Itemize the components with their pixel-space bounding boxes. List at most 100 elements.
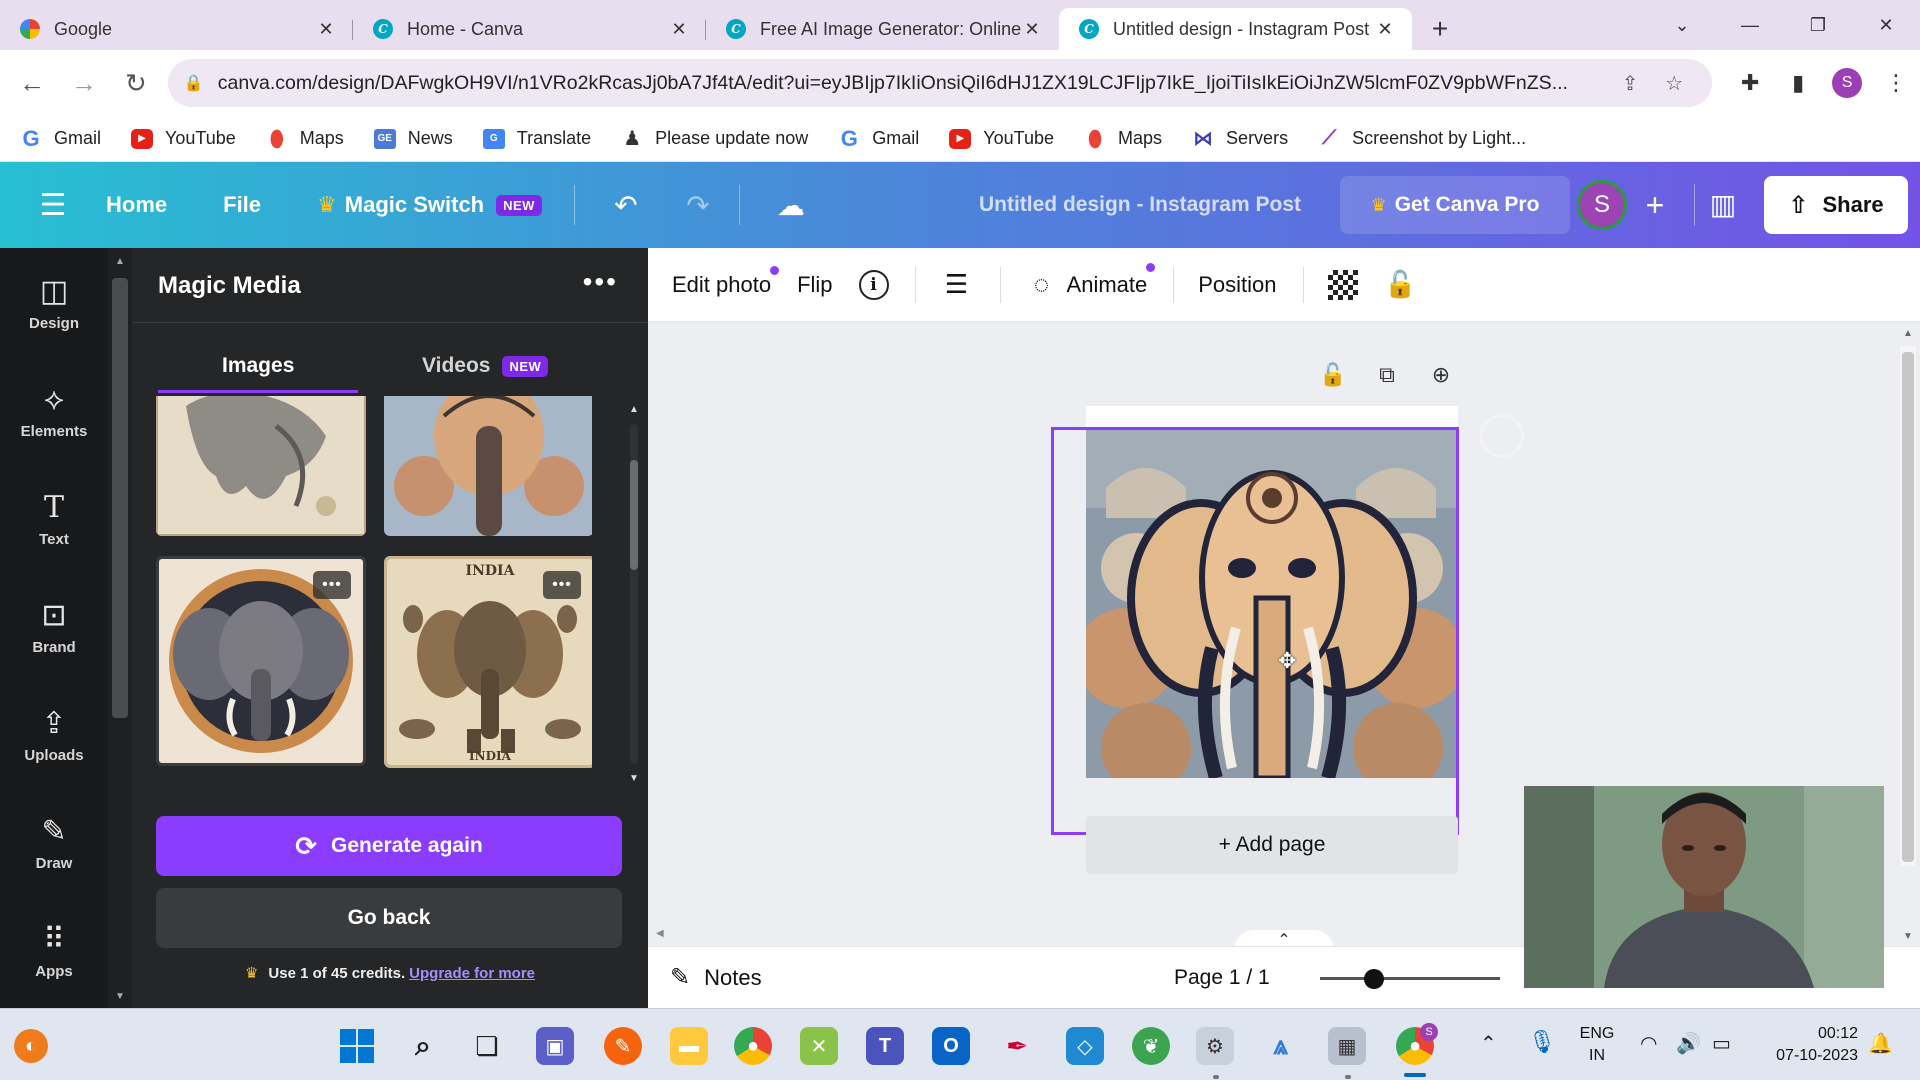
zoom-slider-handle[interactable]: [1364, 969, 1384, 989]
teams-icon[interactable]: T: [866, 1027, 904, 1065]
volume-icon[interactable]: 🔊: [1676, 1031, 1701, 1056]
tab-close-icon[interactable]: ✕: [315, 19, 337, 40]
add-page-button[interactable]: + Add page: [1086, 816, 1458, 874]
app-icon[interactable]: ⚙: [1196, 1027, 1234, 1065]
undo-icon[interactable]: ↶: [599, 189, 653, 222]
user-avatar[interactable]: S: [1577, 180, 1627, 230]
bookmark-gmail-2[interactable]: G Gmail: [838, 126, 920, 151]
canvas-scrollbar[interactable]: ▲ ▼: [1896, 322, 1920, 946]
page-lock-icon[interactable]: 🔓: [1306, 362, 1360, 388]
images-scrollbar[interactable]: ▲ ▼: [624, 400, 644, 784]
scrollbar-thumb[interactable]: [112, 278, 128, 718]
notes-button[interactable]: ✎ Notes: [670, 963, 762, 992]
pen-app-icon[interactable]: ✎: [604, 1027, 642, 1065]
share-page-icon[interactable]: ⇪: [1608, 71, 1652, 96]
windows-start-icon[interactable]: [338, 1027, 376, 1065]
upgrade-link[interactable]: Upgrade for more: [409, 965, 535, 982]
azure-icon[interactable]: ⩓: [1262, 1027, 1300, 1065]
vscode-icon[interactable]: ◇: [1066, 1027, 1104, 1065]
file-menu[interactable]: File: [223, 192, 261, 218]
rail-item-uploads[interactable]: ⇪ Uploads: [0, 680, 108, 788]
tab-close-icon[interactable]: ✕: [1021, 19, 1043, 40]
scroll-down-arrow-icon[interactable]: ▼: [624, 773, 644, 784]
tab-close-icon[interactable]: ✕: [1374, 19, 1396, 40]
browser-tab-home-canva[interactable]: C Home - Canva ✕: [353, 8, 706, 50]
rail-item-apps[interactable]: ⠿ Apps: [0, 896, 108, 1004]
bookmark-maps-2[interactable]: ⬮ Maps: [1084, 126, 1162, 151]
image-more-options-icon[interactable]: •••: [543, 571, 581, 599]
side-panel-icon[interactable]: ▮: [1774, 70, 1822, 96]
tab-search-icon[interactable]: ⌄: [1648, 15, 1716, 36]
scroll-up-arrow-icon[interactable]: ▲: [624, 404, 644, 415]
search-icon[interactable]: ⌕: [404, 1027, 442, 1065]
rail-item-text[interactable]: T Text: [0, 464, 108, 572]
camera-app-icon[interactable]: ▦: [1328, 1027, 1366, 1065]
rotate-handle-icon[interactable]: [1480, 414, 1524, 458]
bookmark-maps[interactable]: ⬮ Maps: [266, 126, 344, 151]
browser-tab-untitled-design[interactable]: C Untitled design - Instagram Post ✕: [1059, 8, 1412, 50]
add-page-icon[interactable]: ⊕: [1414, 362, 1468, 388]
position-button[interactable]: Position: [1198, 272, 1276, 298]
bookmark-youtube-2[interactable]: ▶ YouTube: [949, 128, 1054, 149]
tool-app-icon[interactable]: ✒: [998, 1027, 1036, 1065]
scroll-down-arrow-icon[interactable]: ▼: [1896, 931, 1920, 942]
rail-item-design[interactable]: ◫ Design: [0, 248, 108, 356]
rail-item-brand[interactable]: ⊡ Brand: [0, 572, 108, 680]
back-arrow-icon[interactable]: ←: [12, 63, 52, 103]
info-button[interactable]: i: [858, 269, 889, 300]
paint-app-icon[interactable]: ✕: [800, 1027, 838, 1065]
scroll-up-arrow-icon[interactable]: ▲: [1896, 328, 1920, 339]
task-view-icon[interactable]: ❏: [468, 1027, 506, 1065]
url-omnibox[interactable]: 🔒 canva.com/design/DAFwgkOH9VI/n1VRo2kRc…: [167, 59, 1713, 107]
insights-chart-icon[interactable]: ▥: [1700, 182, 1746, 228]
get-canva-pro-button[interactable]: ♛ Get Canva Pro: [1340, 176, 1570, 234]
notifications-bell-icon[interactable]: 🔔: [1868, 1031, 1893, 1056]
generate-again-button[interactable]: ⟳ Generate again: [156, 816, 622, 876]
home-link[interactable]: Home: [106, 192, 167, 218]
lock-icon[interactable]: 🔒: [184, 73, 204, 93]
scroll-down-arrow-icon[interactable]: ▼: [108, 991, 132, 1002]
scroll-left-arrow-icon[interactable]: ◀: [656, 928, 664, 939]
cloud-save-icon[interactable]: ☁: [764, 189, 818, 222]
more-options-icon[interactable]: •••: [583, 266, 618, 298]
close-window-icon[interactable]: ✕: [1852, 15, 1920, 36]
share-button[interactable]: ⇧ Share: [1764, 176, 1908, 234]
generated-image-1[interactable]: [156, 396, 366, 536]
new-tab-button[interactable]: +: [1420, 8, 1460, 50]
bookmark-screenshot[interactable]: ⟋ Screenshot by Light...: [1318, 127, 1526, 149]
tab-images[interactable]: Images: [222, 354, 294, 378]
extensions-puzzle-icon[interactable]: ✚: [1726, 70, 1774, 96]
reload-icon[interactable]: ↻: [116, 63, 156, 103]
scrollbar-thumb[interactable]: [630, 460, 638, 570]
flip-button[interactable]: Flip: [797, 272, 832, 298]
generated-image-2[interactable]: [384, 396, 592, 536]
chat-icon[interactable]: ▣: [536, 1027, 574, 1065]
show-hidden-icons-icon[interactable]: ⌃: [1480, 1031, 1497, 1056]
browser-menu-icon[interactable]: ⋮: [1872, 70, 1920, 96]
scrollbar-thumb[interactable]: [1902, 352, 1914, 862]
bookmark-star-icon[interactable]: ☆: [1652, 71, 1696, 96]
generated-image-4[interactable]: INDIA INDIA •••: [384, 556, 592, 768]
bookmark-news[interactable]: GE News: [373, 128, 453, 149]
selection-outline[interactable]: [1051, 427, 1459, 835]
outlook-icon[interactable]: O: [932, 1027, 970, 1065]
clock[interactable]: 00:12 07-10-2023: [1752, 1023, 1858, 1067]
rail-scrollbar[interactable]: ▲ ▼: [108, 248, 132, 1008]
rail-item-elements[interactable]: ⟡ Elements: [0, 356, 108, 464]
wifi-icon[interactable]: ◠: [1640, 1031, 1657, 1056]
restore-icon[interactable]: ❐: [1784, 15, 1852, 36]
input-language[interactable]: ENG IN: [1572, 1023, 1622, 1067]
rail-item-draw[interactable]: ✎ Draw: [0, 788, 108, 896]
browser-profile-avatar[interactable]: S: [1832, 68, 1863, 98]
tab-videos[interactable]: Videos NEW: [422, 354, 549, 378]
go-back-button[interactable]: Go back: [156, 888, 622, 948]
hamburger-menu-icon[interactable]: ☰: [0, 188, 106, 223]
magic-switch-button[interactable]: ♛ Magic Switch NEW: [317, 192, 542, 218]
file-explorer-icon[interactable]: ▬: [670, 1027, 708, 1065]
image-more-options-icon[interactable]: •••: [313, 571, 351, 599]
forward-arrow-icon[interactable]: →: [64, 63, 104, 103]
transparency-button[interactable]: [1327, 269, 1358, 300]
bookmark-translate[interactable]: G Translate: [482, 128, 591, 149]
url-text[interactable]: canva.com/design/DAFwgkOH9VI/n1VRo2kRcas…: [218, 72, 1608, 95]
browser-tab-ai-image-generator[interactable]: C Free AI Image Generator: Online ✕: [706, 8, 1059, 50]
